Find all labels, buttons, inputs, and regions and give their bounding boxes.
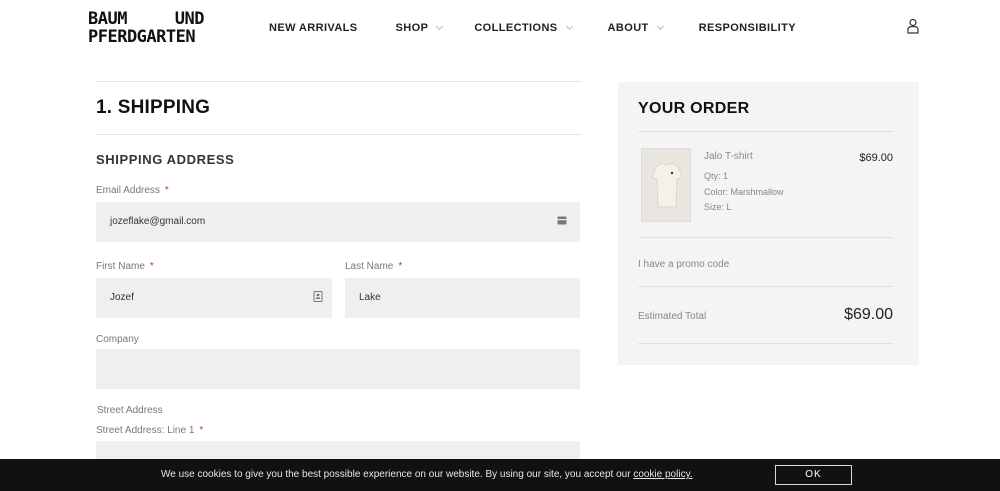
chevron-down-icon: [436, 22, 444, 30]
section-title: SHIPPING ADDRESS: [96, 152, 235, 167]
item-color: Color: Marshmallow: [704, 187, 784, 197]
first-name-field[interactable]: Jozef: [96, 278, 332, 318]
cookie-policy-link[interactable]: cookie policy.: [633, 469, 692, 480]
nav-responsibility-label: RESPONSIBILITY: [698, 22, 796, 34]
first-name-label-text: First Name: [96, 261, 145, 272]
main-nav: NEW ARRIVALS SHOP COLLECTIONS ABOUT RESP…: [269, 22, 796, 34]
street-line1-label-text: Street Address: Line 1: [96, 425, 195, 436]
street-address-heading: Street Address: [97, 405, 163, 416]
last-name-label-text: Last Name: [345, 261, 394, 272]
email-label-text: Email Address: [96, 185, 160, 196]
chevron-down-icon: [565, 22, 573, 30]
nav-shop[interactable]: SHOP: [395, 22, 444, 34]
order-title: YOUR ORDER: [638, 100, 750, 117]
email-field[interactable]: jozeflake@gmail.com: [96, 202, 580, 242]
divider: [96, 81, 581, 82]
promo-code-link[interactable]: I have a promo code: [638, 259, 729, 270]
cookie-message-text: We use cookies to give you the best poss…: [161, 469, 631, 480]
divider: [638, 131, 893, 132]
street-line1-label: Street Address: Line 1 *: [96, 425, 203, 436]
page-title: 1. SHIPPING: [96, 97, 211, 118]
chevron-down-icon: [656, 22, 664, 30]
nav-new-arrivals-label: NEW ARRIVALS: [269, 22, 358, 34]
required-marker: *: [164, 185, 169, 196]
email-value: jozeflake@gmail.com: [110, 216, 206, 227]
site-header: BAUM UND PFERDGARTEN NEW ARRIVALS SHOP C…: [0, 0, 1000, 62]
nav-about[interactable]: ABOUT: [607, 22, 664, 34]
brand-logo[interactable]: BAUM UND PFERDGARTEN: [88, 9, 205, 47]
item-price: $69.00: [859, 152, 893, 164]
company-label: Company: [96, 334, 139, 345]
estimated-total-label: Estimated Total: [638, 311, 707, 322]
last-name-value: Lake: [359, 292, 381, 303]
last-name-field[interactable]: Lake: [345, 278, 580, 318]
nav-shop-label: SHOP: [395, 22, 429, 34]
company-field[interactable]: [96, 349, 580, 389]
product-thumbnail[interactable]: [641, 148, 691, 222]
required-marker: *: [398, 261, 403, 272]
item-size: Size: L: [704, 202, 732, 212]
brand-word-und: UND: [174, 9, 205, 29]
cookie-ok-button[interactable]: OK: [775, 465, 852, 485]
required-marker: *: [149, 261, 154, 272]
nav-about-label: ABOUT: [607, 22, 649, 34]
nav-collections[interactable]: COLLECTIONS: [474, 22, 573, 34]
last-name-label: Last Name *: [345, 261, 402, 272]
brand-word-pferdgarten: PFERDGARTEN: [88, 27, 196, 47]
cookie-banner: We use cookies to give you the best poss…: [0, 459, 1000, 491]
card-icon: [557, 216, 567, 225]
nav-new-arrivals[interactable]: NEW ARRIVALS: [269, 22, 358, 34]
divider: [638, 237, 893, 238]
cookie-message: We use cookies to give you the best poss…: [161, 469, 693, 480]
divider: [96, 134, 581, 135]
tshirt-icon: [651, 162, 683, 208]
contact-icon: [313, 291, 323, 302]
required-marker: *: [199, 425, 204, 436]
brand-word-baum: BAUM: [88, 9, 127, 29]
estimated-total-value: $69.00: [844, 306, 893, 323]
divider: [638, 286, 893, 287]
nav-responsibility[interactable]: RESPONSIBILITY: [699, 22, 796, 34]
nav-collections-label: COLLECTIONS: [474, 22, 558, 34]
item-name[interactable]: Jalo T-shirt: [704, 151, 753, 162]
order-summary: YOUR ORDER Jalo T-shirt Qty: 1 Color: Ma…: [618, 82, 919, 365]
first-name-value: Jozef: [110, 292, 134, 303]
item-qty: Qty: 1: [704, 171, 729, 181]
divider: [638, 343, 893, 344]
user-icon[interactable]: [906, 18, 920, 34]
first-name-label: First Name *: [96, 261, 154, 272]
email-label: Email Address *: [96, 185, 169, 196]
company-label-text: Company: [96, 334, 139, 345]
